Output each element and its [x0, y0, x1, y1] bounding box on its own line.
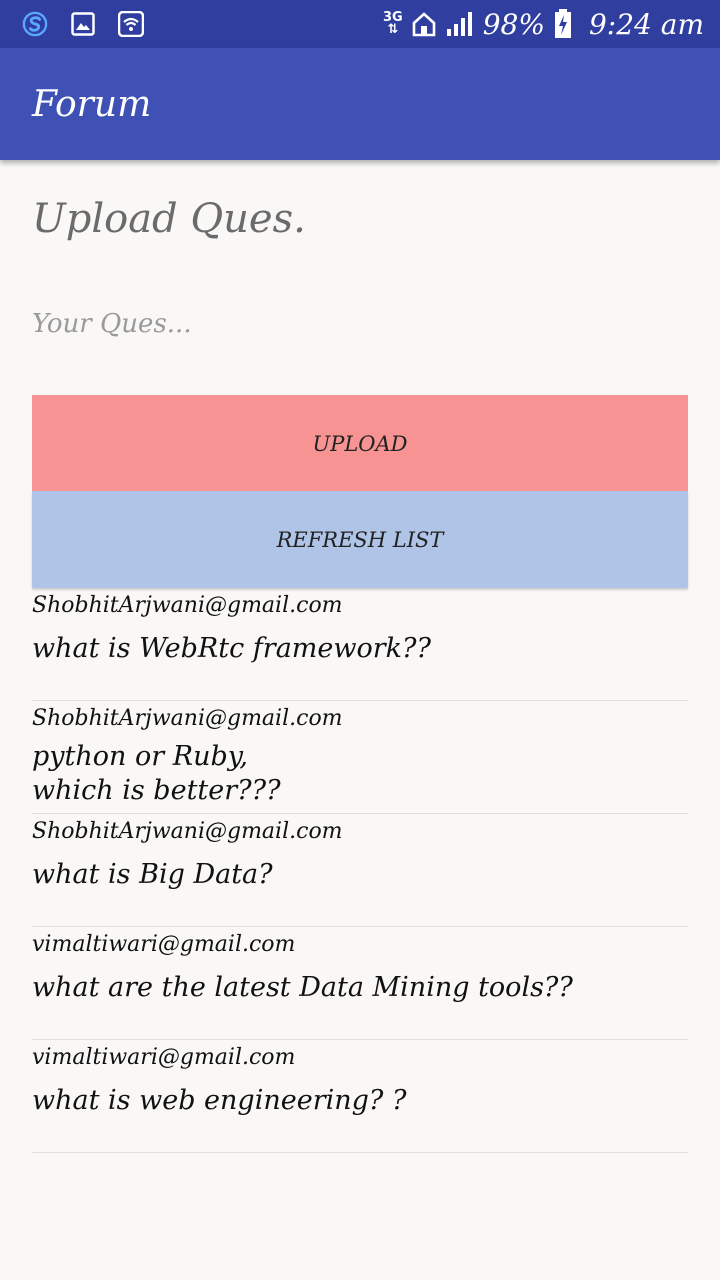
upload-button[interactable]: UPLOAD [32, 395, 688, 492]
app-bar: Forum [0, 48, 720, 160]
network-type-indicator: 3G ⇅ [383, 10, 403, 37]
s-app-icon [22, 11, 48, 37]
upload-section-title: Upload Ques. [32, 196, 306, 242]
list-item[interactable]: vimaltiwari@gmail.com what are the lates… [32, 927, 688, 1040]
battery-percent: 98% [482, 7, 545, 41]
list-item[interactable]: ShobhitArjwani@gmail.com what is WebRtc … [32, 588, 688, 701]
question-text: what is WebRtc framework?? [32, 633, 431, 664]
wifi-icon [118, 11, 144, 37]
question-input[interactable] [32, 298, 688, 350]
home-icon [411, 11, 437, 37]
app-title: Forum [32, 83, 152, 125]
question-text: python or Ruby, which is better??? [32, 741, 281, 806]
question-text: what is Big Data? [32, 859, 273, 890]
list-item[interactable]: ShobhitArjwani@gmail.com what is Big Dat… [32, 814, 688, 927]
question-author-email: ShobhitArjwani@gmail.com [32, 819, 343, 844]
question-author-email: ShobhitArjwani@gmail.com [32, 593, 343, 618]
question-author-email: vimaltiwari@gmail.com [32, 1045, 296, 1070]
list-item[interactable]: vimaltiwari@gmail.com what is web engine… [32, 1040, 688, 1153]
image-icon [70, 11, 96, 37]
question-list[interactable]: ShobhitArjwani@gmail.com what is WebRtc … [32, 588, 688, 1153]
question-author-email: ShobhitArjwani@gmail.com [32, 706, 343, 731]
question-text: what is web engineering? ? [32, 1085, 407, 1116]
list-item[interactable]: ShobhitArjwani@gmail.com python or Ruby,… [32, 701, 688, 814]
clock: 9:24 am [588, 7, 704, 41]
status-bar: 3G ⇅ 98% 9:24 am [0, 0, 720, 48]
refresh-list-button[interactable]: REFRESH LIST [32, 491, 688, 588]
question-author-email: vimaltiwari@gmail.com [32, 932, 296, 957]
battery-charging-icon [553, 9, 573, 38]
signal-icon [445, 11, 475, 37]
question-text: what are the latest Data Mining tools?? [32, 972, 573, 1003]
